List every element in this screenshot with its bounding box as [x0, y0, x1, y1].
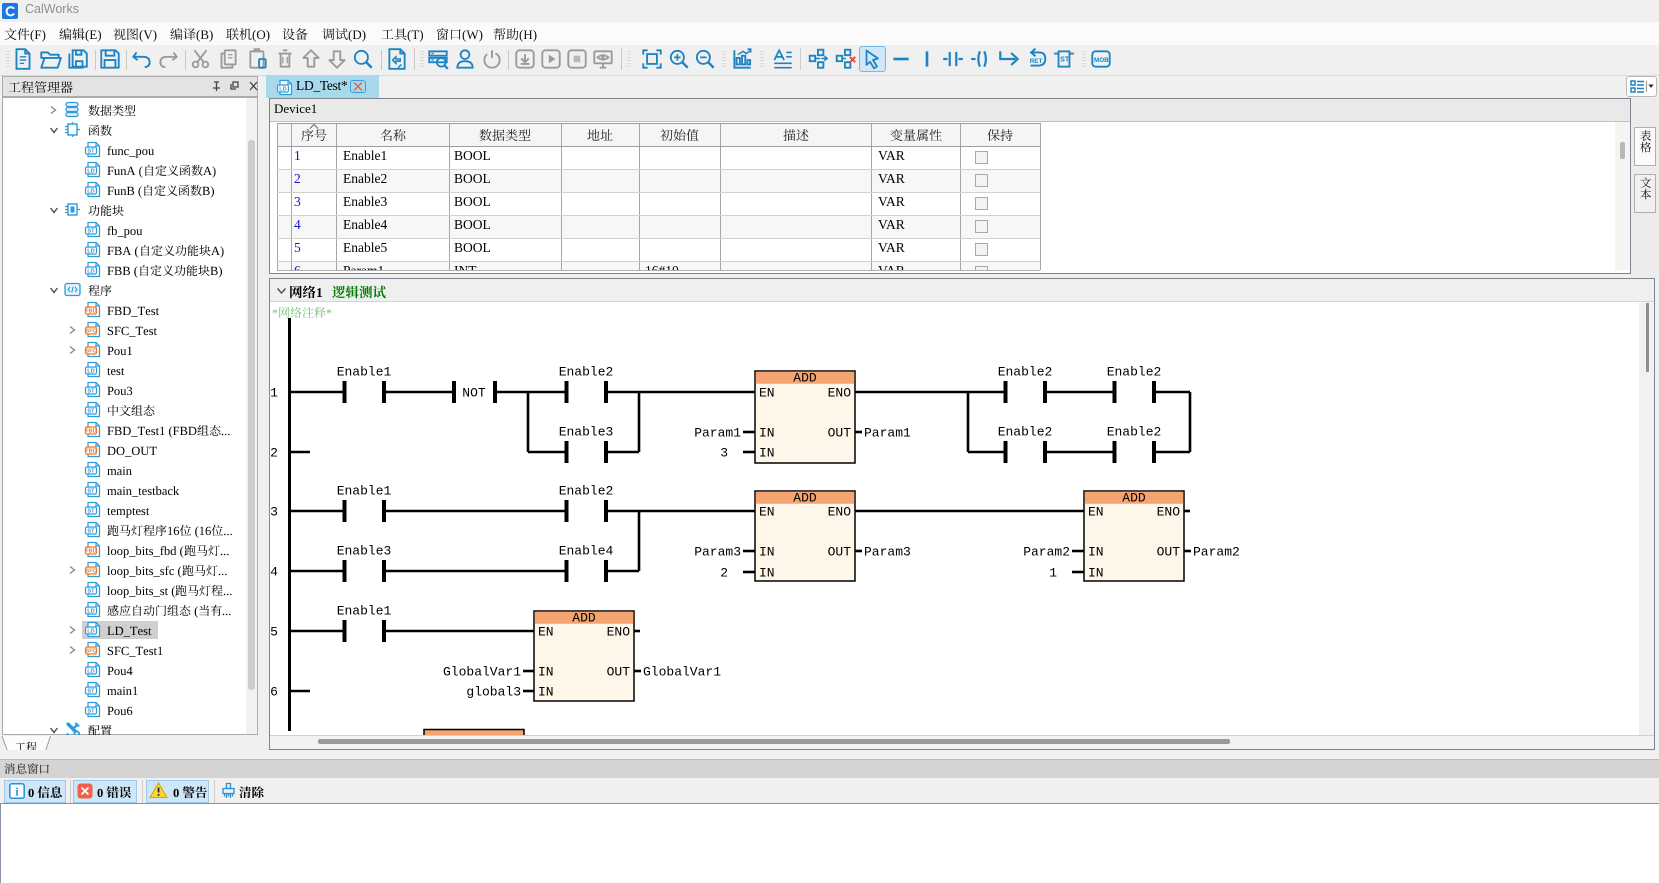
- svg-text:ST: ST: [87, 469, 95, 475]
- svg-text:IN: IN: [759, 446, 775, 461]
- svg-text:LD: LD: [87, 629, 94, 635]
- svg-text:Enable4: Enable4: [559, 544, 614, 559]
- svg-text:OUT: OUT: [828, 545, 852, 560]
- svg-text:5: 5: [270, 625, 278, 640]
- svg-text:ENO: ENO: [828, 386, 852, 401]
- svg-text:ADD: ADD: [793, 371, 817, 386]
- svg-text:ST: ST: [87, 689, 95, 695]
- svg-text:IN: IN: [759, 545, 775, 560]
- svg-text:Param1: Param1: [694, 426, 741, 441]
- svg-text:Enable2: Enable2: [559, 484, 614, 499]
- svg-text:ST: ST: [87, 489, 95, 495]
- svg-text:3: 3: [720, 446, 728, 461]
- svg-text:GlobalVar1: GlobalVar1: [643, 665, 721, 680]
- svg-text:LD: LD: [87, 269, 94, 275]
- svg-text:IN: IN: [538, 685, 554, 700]
- svg-text:MOB: MOB: [1094, 57, 1109, 64]
- svg-text:ST: ST: [87, 589, 95, 595]
- svg-text:SFC: SFC: [85, 349, 96, 355]
- svg-text:LD: LD: [87, 189, 94, 195]
- svg-text:Enable1: Enable1: [337, 604, 392, 619]
- svg-text:ENO: ENO: [828, 505, 852, 520]
- svg-text:ST: ST: [1060, 56, 1070, 64]
- svg-text:ST: ST: [87, 529, 95, 535]
- svg-text:SFC: SFC: [85, 649, 96, 655]
- svg-text:4: 4: [270, 565, 278, 580]
- svg-text:3: 3: [270, 505, 278, 520]
- svg-text:Enable1: Enable1: [337, 484, 392, 499]
- svg-text:LD: LD: [87, 169, 94, 175]
- svg-text:1: 1: [1049, 566, 1057, 581]
- svg-text:SFC: SFC: [85, 329, 96, 335]
- svg-text:LD: LD: [87, 369, 94, 375]
- svg-text:ADD: ADD: [793, 491, 817, 506]
- svg-text:EN: EN: [759, 386, 775, 401]
- svg-text:ADD: ADD: [572, 611, 596, 626]
- svg-text:ST: ST: [87, 709, 95, 715]
- svg-text:SFC: SFC: [85, 569, 96, 575]
- svg-text:ST: ST: [87, 149, 95, 155]
- svg-text:IN: IN: [1088, 566, 1104, 581]
- svg-text:NOT: NOT: [462, 386, 486, 401]
- svg-text:Enable3: Enable3: [559, 425, 614, 440]
- svg-text:OUT: OUT: [607, 665, 631, 680]
- svg-text:FBD: FBD: [85, 309, 97, 315]
- svg-text:ST: ST: [87, 389, 95, 395]
- svg-text:ST: ST: [87, 229, 95, 235]
- svg-text:FBD: FBD: [85, 429, 97, 435]
- svg-text:ENO: ENO: [607, 625, 631, 640]
- svg-text:GlobalVar1: GlobalVar1: [443, 665, 521, 680]
- svg-text:FBD: FBD: [85, 449, 97, 455]
- svg-text:LD: LD: [87, 609, 94, 615]
- svg-text:1: 1: [270, 386, 278, 401]
- svg-text:RET: RET: [1030, 58, 1043, 65]
- svg-text:EN: EN: [759, 505, 775, 520]
- svg-text:LD: LD: [87, 669, 94, 675]
- svg-text:2: 2: [720, 566, 728, 581]
- svg-text:IN: IN: [1088, 545, 1104, 560]
- svg-text:Param2: Param2: [1193, 545, 1240, 560]
- svg-text:Enable2: Enable2: [998, 425, 1053, 440]
- svg-text:IN: IN: [759, 426, 775, 441]
- svg-text:EN: EN: [1088, 505, 1104, 520]
- svg-text:FBD: FBD: [85, 549, 97, 555]
- svg-text:Enable1: Enable1: [337, 365, 392, 380]
- svg-text:Enable2: Enable2: [559, 365, 614, 380]
- svg-text:2: 2: [270, 446, 278, 461]
- svg-text:6: 6: [270, 685, 278, 700]
- svg-text:IN: IN: [759, 566, 775, 581]
- svg-text:Enable2: Enable2: [1107, 425, 1162, 440]
- svg-text:ST: ST: [87, 409, 95, 415]
- svg-text:OUT: OUT: [828, 426, 852, 441]
- svg-text:LD: LD: [279, 87, 286, 93]
- svg-text:Param2: Param2: [1023, 545, 1070, 560]
- svg-text:IN: IN: [538, 665, 554, 680]
- svg-text:Enable2: Enable2: [1107, 365, 1162, 380]
- svg-text:ADD: ADD: [1122, 491, 1146, 506]
- svg-text:Enable3: Enable3: [337, 544, 392, 559]
- svg-text:Param3: Param3: [694, 545, 741, 560]
- svg-text:global3: global3: [466, 685, 521, 700]
- svg-text:LD: LD: [87, 249, 94, 255]
- svg-text:OUT: OUT: [1157, 545, 1181, 560]
- svg-text:ST: ST: [87, 509, 95, 515]
- svg-text:EN: EN: [538, 625, 554, 640]
- svg-text:Enable2: Enable2: [998, 365, 1053, 380]
- svg-text:Param1: Param1: [864, 426, 911, 441]
- svg-text:ENO: ENO: [1157, 505, 1181, 520]
- svg-text:Param3: Param3: [864, 545, 911, 560]
